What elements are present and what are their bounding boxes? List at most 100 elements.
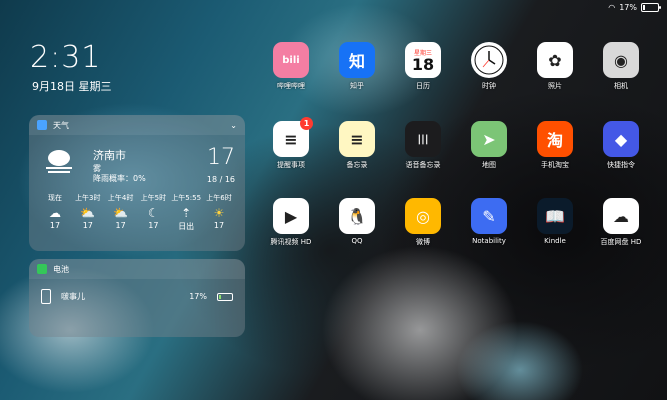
device-battery-fill bbox=[219, 294, 222, 299]
photos-icon[interactable]: ✿ bbox=[537, 42, 573, 78]
notes-icon[interactable]: ≡ bbox=[339, 121, 375, 157]
current-temperature: 17 bbox=[207, 145, 235, 170]
battery-device-row: 啵事儿 17% bbox=[29, 279, 245, 314]
forecast-item: 上午4时 ⛅ 17 bbox=[105, 193, 137, 232]
forecast-time: 上午4时 bbox=[107, 194, 134, 202]
notability-icon[interactable]: ✎ bbox=[471, 198, 507, 234]
weather-widget[interactable]: 天气 ⌄ 济南市 雾 降雨概率：0% 17 18 / 16 现在 ☁ 17 上午… bbox=[29, 115, 245, 251]
moon-cloud-icon: ☾ bbox=[148, 206, 159, 220]
app-weibo[interactable]: ◎ 微博 bbox=[392, 198, 454, 247]
battery-fill bbox=[643, 4, 646, 10]
forecast-time: 上午5时 bbox=[140, 194, 167, 202]
lockscreen-time: 2:31 bbox=[30, 40, 102, 75]
app-label: 微博 bbox=[416, 238, 430, 246]
baidu-netdisk-icon[interactable]: ☁ bbox=[603, 198, 639, 234]
app-label: 提醒事项 bbox=[277, 161, 305, 169]
weibo-icon[interactable]: ◎ bbox=[405, 198, 441, 234]
high-low-temperature: 18 / 16 bbox=[206, 175, 235, 184]
app-label: 语音备忘录 bbox=[405, 161, 441, 169]
app-label: 知乎 bbox=[350, 82, 364, 90]
sun-icon: ☀ bbox=[213, 206, 225, 220]
app-camera[interactable]: ◉ 相机 bbox=[590, 42, 652, 91]
app-qq[interactable]: 🐧 QQ bbox=[326, 198, 388, 245]
app-label: QQ bbox=[351, 237, 363, 245]
qq-icon[interactable]: 🐧 bbox=[339, 198, 375, 234]
weather-current: 济南市 雾 降雨概率：0% 17 18 / 16 bbox=[29, 135, 245, 193]
reminders-icon[interactable]: ≡ 1 bbox=[273, 117, 313, 157]
forecast-time: 上午5:55 bbox=[171, 194, 202, 202]
weather-widget-header: 天气 ⌄ bbox=[29, 115, 245, 135]
forecast-time: 上午3时 bbox=[75, 194, 101, 202]
app-shortcuts[interactable]: ◆ 快捷指令 bbox=[590, 121, 652, 170]
app-taobao[interactable]: 淘手机淘宝 bbox=[524, 121, 586, 170]
forecast-item: 上午5时 ☾ 17 bbox=[137, 193, 169, 232]
battery-widget-header: 电池 bbox=[29, 259, 245, 279]
forecast-time: 上午6时 bbox=[206, 194, 232, 202]
forecast-item: 上午3时 ⛅ 17 bbox=[72, 193, 104, 232]
notification-badge: 1 bbox=[300, 117, 313, 130]
forecast-item: 现在 ☁ 17 bbox=[39, 193, 71, 232]
app-calendar[interactable]: 星期三 18 日历 bbox=[392, 42, 454, 91]
weather-city: 济南市 bbox=[93, 149, 126, 162]
calendar-day: 18 bbox=[411, 54, 435, 74]
app-zhihu[interactable]: 知知乎 bbox=[326, 42, 388, 91]
calendar-icon[interactable]: 星期三 18 bbox=[405, 42, 441, 78]
app-label: 哔哩哔哩 bbox=[277, 82, 305, 90]
bilibili-icon[interactable]: bili bbox=[273, 42, 309, 78]
partly-cloudy-icon: ⛅ bbox=[80, 206, 96, 220]
app-label: 快捷指令 bbox=[607, 161, 635, 169]
forecast-item: 上午6时 ☀ 17 bbox=[203, 193, 235, 232]
app-photos[interactable]: ✿ 照片 bbox=[524, 42, 586, 91]
app-bilibili[interactable]: bili 哔哩哔哩 bbox=[260, 42, 322, 91]
status-bar: ◠ 17% bbox=[608, 0, 661, 14]
app-notes[interactable]: ≡ 备忘录 bbox=[326, 121, 388, 170]
app-label: Kindle bbox=[544, 237, 566, 245]
fog-icon: ☁ bbox=[49, 206, 61, 220]
battery-widget[interactable]: 电池 啵事儿 17% bbox=[29, 259, 245, 337]
wifi-icon: ◠ bbox=[608, 2, 616, 12]
hourly-forecast: 现在 ☁ 17 上午3时 ⛅ 17 上午4时 ⛅ 17 上午5时 ☾ 17 上午… bbox=[29, 193, 245, 232]
app-tencent-video[interactable]: ▶ 腾讯视频 HD bbox=[260, 198, 322, 247]
device-battery-pct: 17% bbox=[189, 292, 207, 301]
app-label: 日历 bbox=[416, 82, 430, 90]
chevron-down-icon[interactable]: ⌄ bbox=[230, 121, 237, 130]
tencent-video-icon[interactable]: ▶ bbox=[273, 198, 309, 234]
battery-icon bbox=[641, 2, 661, 12]
sunrise-icon: ⇡ bbox=[181, 206, 192, 220]
voice-memos-icon[interactable]: ||| bbox=[405, 121, 441, 157]
app-clock[interactable]: 时钟 bbox=[458, 42, 520, 91]
app-baidu-netdisk[interactable]: ☁ 百度网盘 HD bbox=[590, 198, 652, 247]
forecast-temp: 17 bbox=[82, 221, 93, 230]
shortcuts-icon[interactable]: ◆ bbox=[603, 121, 639, 157]
battery-percentage: 17% bbox=[619, 2, 637, 12]
partly-cloudy-icon: ⛅ bbox=[113, 206, 129, 220]
app-label: 腾讯视频 HD bbox=[270, 238, 312, 246]
app-label: Notability bbox=[472, 237, 506, 245]
forecast-temp: 17 bbox=[148, 221, 159, 230]
app-maps[interactable]: ➤ 地图 bbox=[458, 121, 520, 170]
zhihu-icon[interactable]: 知 bbox=[339, 42, 375, 78]
weather-widget-title: 天气 bbox=[53, 120, 69, 130]
ipad-icon bbox=[41, 289, 51, 304]
forecast-temp: 17 bbox=[115, 221, 126, 230]
taobao-icon[interactable]: 淘 bbox=[537, 121, 573, 157]
app-label: 手机淘宝 bbox=[541, 161, 569, 169]
camera-icon[interactable]: ◉ bbox=[603, 42, 639, 78]
fog-cloud-icon bbox=[46, 150, 72, 173]
app-reminders[interactable]: ≡ 1 提醒事项 bbox=[260, 117, 322, 170]
clock-icon[interactable] bbox=[471, 42, 507, 78]
app-kindle[interactable]: 📖 Kindle bbox=[524, 198, 586, 245]
app-notability[interactable]: ✎ Notability bbox=[458, 198, 520, 245]
weather-app-icon bbox=[37, 120, 47, 130]
forecast-temp: 日出 bbox=[178, 222, 195, 231]
maps-icon[interactable]: ➤ bbox=[471, 121, 507, 157]
rain-chance: 降雨概率：0% bbox=[93, 174, 146, 183]
app-voice-memos[interactable]: ||| 语音备忘录 bbox=[392, 121, 454, 170]
forecast-item: 上午5:55 ⇡ 日出 bbox=[170, 193, 202, 232]
forecast-temp: 17 bbox=[49, 221, 61, 230]
device-battery-icon bbox=[217, 292, 233, 301]
app-label: 百度网盘 HD bbox=[600, 238, 642, 246]
kindle-icon[interactable]: 📖 bbox=[537, 198, 573, 234]
forecast-temp: 17 bbox=[213, 221, 225, 230]
lockscreen-date: 9月18日 星期三 bbox=[32, 80, 112, 93]
